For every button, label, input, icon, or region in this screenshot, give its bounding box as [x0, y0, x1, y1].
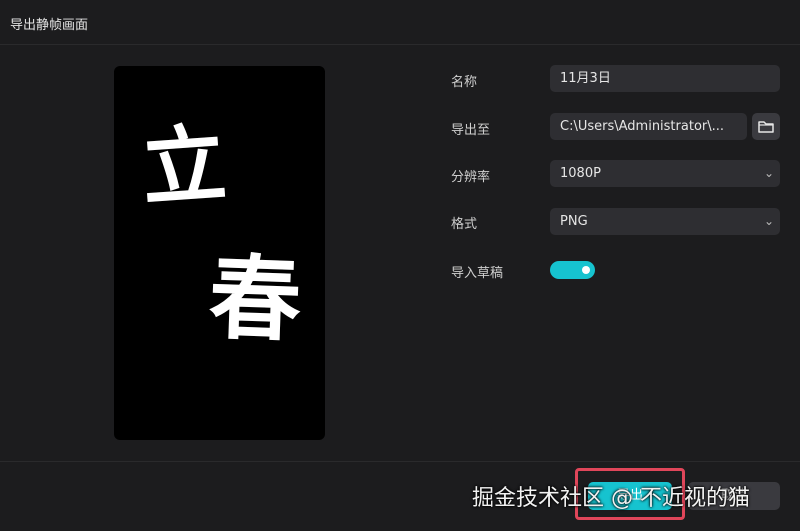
resolution-select[interactable]: 1080P ⌄ — [550, 160, 780, 187]
name-input-value: 11月3日 — [560, 71, 611, 86]
import-draft-label: 导入草稿 — [451, 266, 504, 281]
name-input[interactable]: 11月3日 — [550, 65, 780, 92]
export-path-value: C:\Users\Administrator\... — [560, 119, 725, 134]
chevron-down-icon: ⌄ — [763, 166, 774, 180]
preview-character-2: 春 — [207, 244, 303, 355]
import-draft-toggle[interactable] — [550, 261, 595, 279]
browse-folder-button[interactable] — [752, 113, 780, 140]
format-select[interactable]: PNG ⌄ — [550, 208, 780, 235]
name-label: 名称 — [451, 75, 478, 90]
toggle-knob — [582, 266, 590, 274]
format-value: PNG — [560, 214, 588, 229]
format-label: 格式 — [451, 217, 478, 232]
resolution-label: 分辨率 — [451, 170, 491, 185]
frame-preview: 立 春 — [114, 66, 325, 440]
watermark: 掘金技术社区 @ 不近视的猫 — [472, 486, 750, 511]
export-still-frame-dialog: 导出静帧画面 立 春 名称 11月3日 导出至 C:\Users\Adminis… — [0, 0, 800, 530]
folder-icon — [758, 121, 774, 133]
dialog-title: 导出静帧画面 — [10, 18, 89, 33]
export-to-label: 导出至 — [451, 123, 491, 138]
preview-character-1: 立 — [138, 114, 230, 218]
export-path-input[interactable]: C:\Users\Administrator\... — [550, 113, 747, 140]
resolution-value: 1080P — [560, 166, 601, 181]
chevron-down-icon: ⌄ — [763, 214, 774, 228]
dialog-titlebar: 导出静帧画面 — [0, 0, 800, 45]
